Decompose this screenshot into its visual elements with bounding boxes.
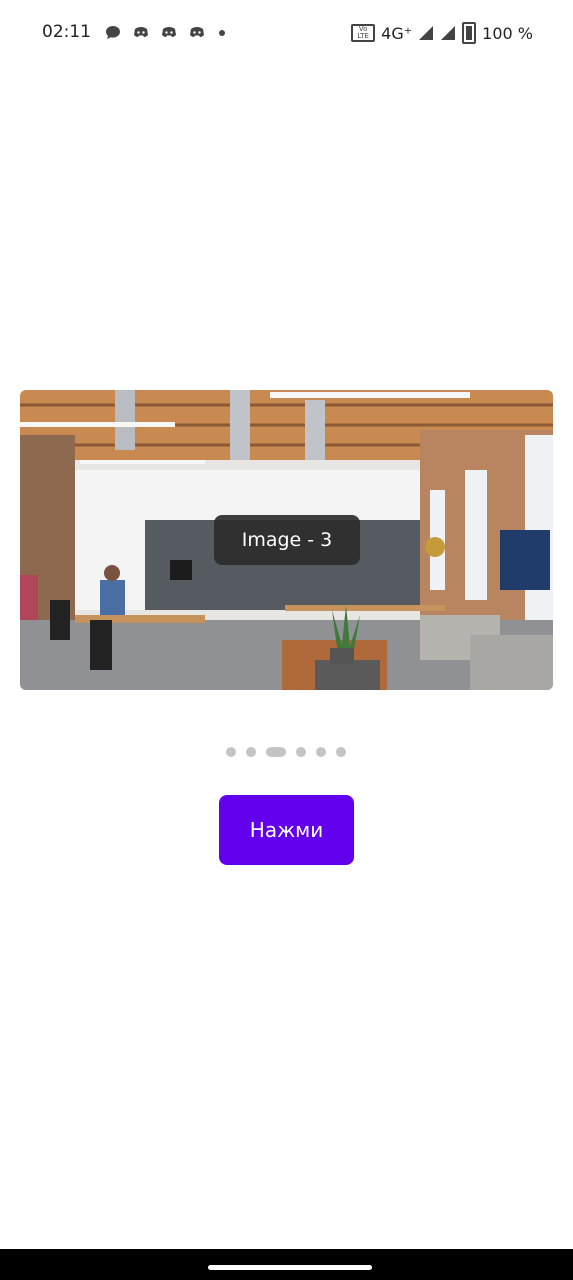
status-time: 02:11 <box>42 22 91 42</box>
chat-bubble-icon <box>106 26 120 39</box>
navigation-bar <box>0 1249 573 1280</box>
volte-icon: Vo LTE <box>351 24 376 42</box>
page-dot[interactable] <box>336 747 346 757</box>
battery-icon <box>462 22 477 44</box>
carousel-caption: Image - 3 <box>214 515 360 565</box>
system-status: Vo LTE 4G⁺ 100 % <box>351 22 533 44</box>
network-type: 4G⁺ <box>381 23 413 43</box>
discord-icon <box>134 27 148 37</box>
page-dot-active[interactable] <box>266 747 286 757</box>
page-indicator <box>0 747 573 759</box>
signal-icon <box>441 26 456 40</box>
signal-icon <box>419 26 434 40</box>
page-dot[interactable] <box>296 747 306 757</box>
battery-level: 100 % <box>482 23 533 43</box>
discord-icon <box>190 27 204 37</box>
page-dot[interactable] <box>246 747 256 757</box>
home-handle[interactable] <box>208 1265 372 1270</box>
press-button[interactable]: Нажми <box>219 795 354 865</box>
page-dot[interactable] <box>316 747 326 757</box>
page-dot[interactable] <box>226 747 236 757</box>
more-dot-icon <box>219 30 225 36</box>
status-bar: 02:11 Vo LTE 4G⁺ 100 % <box>0 0 573 66</box>
discord-icon <box>162 27 176 37</box>
